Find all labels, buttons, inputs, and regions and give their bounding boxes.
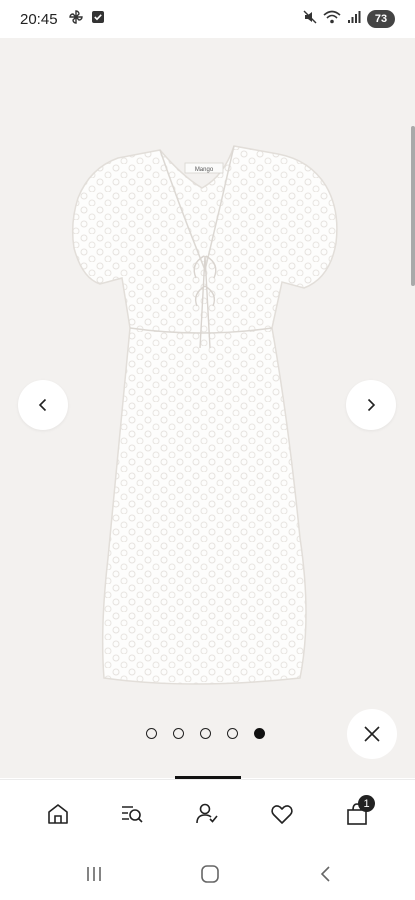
search-icon xyxy=(122,806,143,823)
page-dot-1[interactable] xyxy=(146,728,157,739)
signal-icon xyxy=(347,10,361,29)
recents-icon xyxy=(87,867,101,881)
nav-bag-button[interactable]: 1 xyxy=(337,794,377,834)
status-right-icons: 73 xyxy=(303,10,395,29)
chevron-left-icon xyxy=(38,398,47,412)
status-bar: 20:45 73 xyxy=(0,0,415,38)
back-icon xyxy=(320,866,330,882)
nav-account-button[interactable] xyxy=(187,794,227,834)
page-dot-2[interactable] xyxy=(173,728,184,739)
checkbox-notification-icon xyxy=(91,10,105,29)
scroll-indicator[interactable] xyxy=(411,126,415,286)
status-time: 20:45 xyxy=(20,10,58,28)
close-gallery-button[interactable] xyxy=(347,709,397,759)
battery-icon: 73 xyxy=(367,10,395,28)
recents-button[interactable] xyxy=(79,859,109,889)
mute-vibrate-icon xyxy=(303,10,317,29)
close-icon xyxy=(364,726,380,742)
system-back-button[interactable] xyxy=(311,859,341,889)
heart-icon xyxy=(271,805,293,824)
nav-wishlist-button[interactable] xyxy=(262,794,302,834)
brand-label: Mango xyxy=(195,167,214,173)
page-dot-5-active[interactable] xyxy=(254,728,265,739)
nav-search-button[interactable] xyxy=(112,794,152,834)
chevron-right-icon xyxy=(367,398,376,412)
pagination-dots xyxy=(146,728,265,739)
bottom-navigation: 1 xyxy=(0,779,415,843)
home-icon xyxy=(48,804,68,824)
system-navigation-bar xyxy=(0,843,415,900)
wifi-icon xyxy=(323,10,341,29)
nav-home-button[interactable] xyxy=(38,794,78,834)
system-home-icon xyxy=(201,865,219,883)
next-image-button[interactable] xyxy=(346,380,396,430)
product-gallery[interactable]: Mango xyxy=(0,38,415,778)
previous-image-button[interactable] xyxy=(18,380,68,430)
system-home-button[interactable] xyxy=(195,859,225,889)
bag-count-badge: 1 xyxy=(358,795,375,812)
page-dot-4[interactable] xyxy=(227,728,238,739)
status-left-icons xyxy=(68,9,105,30)
page-dot-3[interactable] xyxy=(200,728,211,739)
account-icon xyxy=(196,803,218,824)
pinwheel-icon xyxy=(68,9,84,30)
